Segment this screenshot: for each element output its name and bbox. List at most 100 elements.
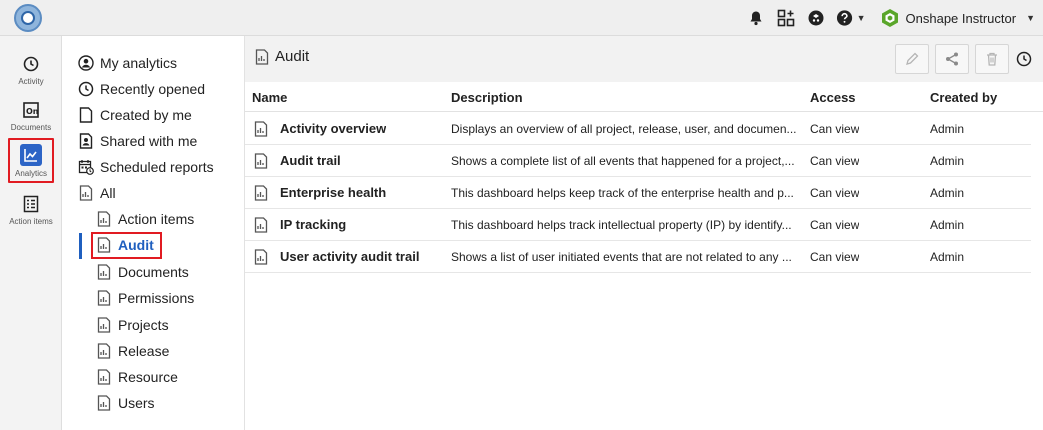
row-description: Displays an overview of all project, rel…	[451, 122, 797, 136]
clock-icon	[78, 81, 94, 97]
edit-button[interactable]	[895, 44, 929, 74]
bell-icon[interactable]	[746, 8, 766, 28]
nav-item-my-analytics[interactable]: My analytics	[78, 52, 177, 74]
chevron-down-icon[interactable]: ▼	[857, 13, 866, 23]
nav-item-label: Shared with me	[100, 133, 198, 149]
row-description: This dashboard helps track intellectual …	[451, 218, 792, 232]
page-title: Audit	[255, 48, 309, 65]
top-bar: ▼ Onshape Instructor ▼	[0, 0, 1043, 36]
row-access: Can view	[810, 218, 860, 232]
user-menu[interactable]: Onshape Instructor ▼	[880, 8, 1035, 28]
user-name[interactable]: Onshape Instructor	[906, 11, 1017, 26]
row-description: Shows a complete list of all events that…	[451, 154, 795, 168]
nav-item-scheduled-reports[interactable]: Scheduled reports	[78, 156, 214, 178]
nav-item-label: Permissions	[118, 290, 195, 306]
chevron-down-icon[interactable]: ▼	[1026, 13, 1035, 23]
nav-item-label: Users	[118, 395, 155, 411]
column-header-access[interactable]: Access	[810, 90, 856, 105]
table-row[interactable]: Activity overview Displays an overview o…	[245, 113, 1031, 145]
help-icon[interactable]: ▼	[836, 8, 866, 28]
row-name[interactable]: Activity overview	[280, 121, 386, 136]
row-name[interactable]: Audit trail	[280, 153, 341, 168]
table-row[interactable]: IP tracking This dashboard helps track i…	[245, 209, 1031, 241]
table-header: Name Description Access Created by	[245, 82, 1043, 112]
nav-item-created-by-me[interactable]: Created by me	[78, 104, 192, 126]
rail-item-documents[interactable]: On Documents	[0, 96, 62, 138]
nav-item-label: Projects	[118, 317, 169, 333]
row-created-by: Admin	[930, 154, 965, 168]
column-header-name[interactable]: Name	[252, 90, 287, 105]
documents-icon: On	[21, 100, 41, 120]
row-access: Can view	[810, 154, 860, 168]
rail-item-action-items[interactable]: Action items	[0, 190, 62, 232]
nav-item-label: Created by me	[100, 107, 192, 123]
report-icon	[254, 153, 268, 169]
nav-item-label: Audit	[118, 237, 154, 253]
nav-item-recently-opened[interactable]: Recently opened	[78, 78, 205, 100]
row-access: Can view	[810, 186, 860, 200]
row-description: Shows a list of user initiated events th…	[451, 250, 792, 264]
report-icon	[254, 249, 268, 265]
column-header-description[interactable]: Description	[451, 90, 523, 105]
row-name[interactable]: IP tracking	[280, 217, 346, 232]
nav-item-shared-with-me[interactable]: Shared with me	[78, 130, 197, 152]
nav-item-label: Action items	[118, 211, 195, 227]
report-icon	[254, 185, 268, 201]
table-row[interactable]: Enterprise health This dashboard helps k…	[245, 177, 1031, 209]
nav-item-permissions[interactable]: Permissions	[96, 287, 194, 309]
table-row[interactable]: User activity audit trail Shows a list o…	[245, 241, 1031, 273]
share-button[interactable]	[935, 44, 969, 74]
report-icon	[78, 185, 94, 201]
nav-item-action-items[interactable]: Action items	[96, 208, 194, 230]
row-created-by: Admin	[930, 186, 965, 200]
delete-button[interactable]	[975, 44, 1009, 74]
share-icon	[946, 52, 958, 66]
main-panel: Audit Name Description Access Created by…	[245, 36, 1043, 430]
document-icon	[78, 107, 94, 123]
nav-item-release[interactable]: Release	[96, 340, 169, 362]
calendar-icon	[78, 159, 94, 175]
nav-item-documents[interactable]: Documents	[96, 261, 189, 283]
row-created-by: Admin	[930, 218, 965, 232]
nav-item-label: Scheduled reports	[100, 159, 214, 175]
report-icon	[96, 290, 112, 306]
row-description: This dashboard helps keep track of the e…	[451, 186, 794, 200]
report-icon	[96, 395, 112, 411]
table-row[interactable]: Audit trail Shows a complete list of all…	[245, 145, 1031, 177]
onshape-user-logo-icon	[881, 9, 898, 27]
report-icon	[96, 264, 112, 280]
nav-item-all[interactable]: All	[78, 182, 116, 204]
clock-icon	[1016, 51, 1032, 67]
nav-item-label: My analytics	[100, 55, 178, 71]
report-icon	[96, 237, 112, 253]
app-store-icon[interactable]	[776, 8, 796, 28]
nav-item-label: All	[100, 185, 116, 201]
nav-item-users[interactable]: Users	[96, 392, 155, 414]
column-header-created-by[interactable]: Created by	[930, 90, 997, 105]
nav-item-audit[interactable]: Audit	[96, 234, 154, 256]
nav-item-resource[interactable]: Resource	[96, 366, 178, 388]
rail-item-activity[interactable]: Activity	[0, 50, 62, 92]
checklist-icon	[21, 194, 41, 214]
nav-item-label: Release	[118, 343, 170, 359]
left-rail: Activity On Documents Analytics Action i…	[0, 36, 62, 430]
row-access: Can view	[810, 250, 860, 264]
report-icon	[255, 48, 269, 65]
row-name[interactable]: Enterprise health	[280, 185, 386, 200]
onshape-logo-icon[interactable]	[14, 4, 42, 32]
history-button[interactable]	[1015, 44, 1033, 74]
report-icon	[96, 211, 112, 227]
rail-label: Documents	[10, 123, 52, 132]
rail-item-analytics[interactable]: Analytics	[8, 138, 54, 183]
nav-item-projects[interactable]: Projects	[96, 314, 169, 336]
svg-text:On: On	[26, 107, 39, 116]
analytics-nav: My analytics Recently opened Created by …	[62, 36, 245, 430]
nav-item-label: Resource	[118, 369, 178, 385]
rail-label: Action items	[9, 217, 53, 226]
row-name[interactable]: User activity audit trail	[280, 249, 419, 264]
row-created-by: Admin	[930, 122, 965, 136]
learning-center-icon[interactable]	[806, 8, 826, 28]
user-circle-icon	[78, 55, 94, 71]
shared-user-icon	[78, 133, 94, 149]
active-indicator	[79, 233, 82, 259]
